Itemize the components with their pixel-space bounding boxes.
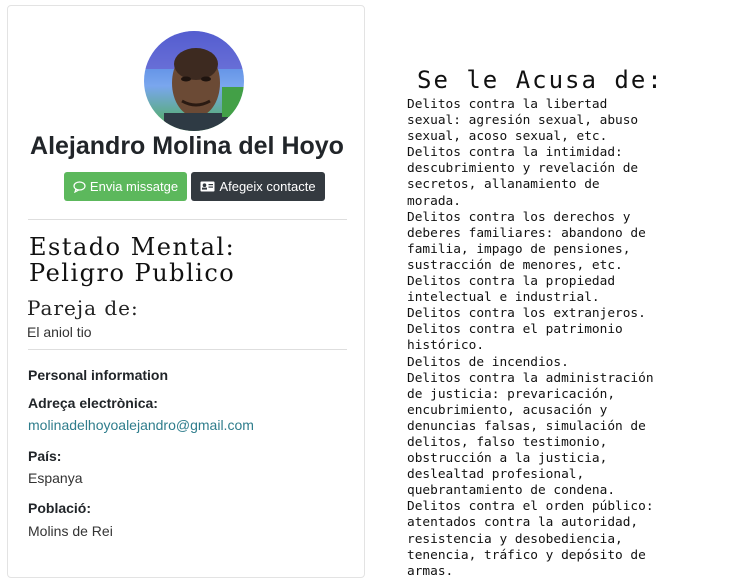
personal-info-title: Personal information (28, 367, 169, 383)
add-contact-button[interactable]: Afegeix contacte (191, 172, 325, 201)
mental-state-line2: Peligro Publico (29, 260, 242, 286)
partner-value: El aniol tio (27, 324, 92, 340)
send-message-label: Envia missatge (89, 179, 179, 194)
mental-state-line1: Estado Mental: (29, 234, 242, 260)
accusation-list: Delitos contra la libertad sexual: agres… (407, 97, 654, 579)
partner-label: Pareja de: (27, 296, 139, 320)
country-label: País: (28, 448, 62, 464)
town-label: Població: (28, 500, 92, 516)
email-label: Adreça electrònica: (28, 395, 158, 411)
add-contact-label: Afegeix contacte (219, 179, 316, 194)
email-link[interactable]: molinadelhoyoalejandro@gmail.com (28, 417, 254, 433)
avatar[interactable] (144, 31, 244, 131)
town-value: Molins de Rei (28, 523, 113, 539)
divider (28, 349, 347, 350)
accusation-title: Se le Acusa de: (417, 66, 664, 94)
divider (28, 219, 347, 220)
send-message-button[interactable]: Envia missatge (64, 172, 187, 201)
chat-bubble-icon (73, 180, 86, 193)
profile-card: Alejandro Molina del Hoyo Envia missatge… (7, 5, 365, 578)
country-value: Espanya (28, 470, 83, 486)
contact-card-icon (200, 181, 215, 192)
user-name: Alejandro Molina del Hoyo (30, 132, 344, 160)
